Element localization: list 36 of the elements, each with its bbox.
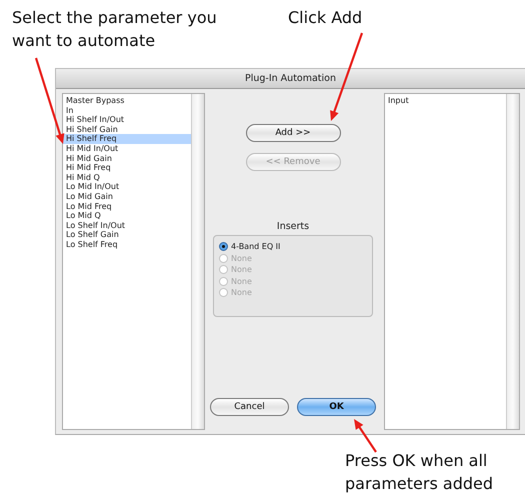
radio-label: 4-Band EQ II xyxy=(231,242,280,251)
ok-button[interactable]: OK xyxy=(297,398,376,416)
scrollbar[interactable] xyxy=(191,94,204,429)
parameter-item[interactable]: Lo Mid In/Out xyxy=(63,182,191,192)
annotation-text: Press OK when all parameters added xyxy=(345,450,494,495)
automated-list[interactable]: Input xyxy=(384,93,520,430)
radio-label: None xyxy=(231,276,252,286)
radio-label: None xyxy=(231,265,252,274)
parameter-list[interactable]: Master Bypass In Hi Shelf In/Out Hi Shelf Gain Hi Shelf Freq Hi Mid In/Out Hi Mid Gain Hi Mid Freq Hi Mid Q Lo Mid In/Out Lo Mid Gain Lo Mid Freq Lo Mid Q Lo Shelf In/Out Lo Shelf Gain Lo Shelf Freq xyxy=(62,93,205,430)
annotation-text: Click Add xyxy=(288,7,362,29)
add-button[interactable]: Add >> xyxy=(246,124,340,142)
parameter-item[interactable]: Hi Shelf Freq xyxy=(63,134,191,144)
parameter-item[interactable]: Lo Shelf In/Out xyxy=(63,220,191,230)
radio-label: None xyxy=(231,288,252,297)
inserts-label: Inserts xyxy=(276,221,310,232)
parameter-item[interactable]: Hi Shelf In/Out xyxy=(63,115,191,125)
parameter-item[interactable]: Hi Mid Q xyxy=(63,172,191,182)
parameter-item[interactable]: Lo Shelf Freq xyxy=(63,240,191,250)
radio-label: None xyxy=(231,254,252,262)
parameter-item[interactable]: Lo Mid Freq xyxy=(63,202,191,212)
scrollbar[interactable] xyxy=(506,94,519,429)
arrow xyxy=(354,419,377,453)
window-title: Plug-In Automation xyxy=(56,69,525,89)
parameter-item[interactable]: Hi Mid In/Out xyxy=(63,144,191,154)
radio-button[interactable] xyxy=(219,242,228,251)
parameter-item[interactable]: Lo Shelf Gain xyxy=(63,230,191,240)
automated-item[interactable]: Input xyxy=(385,96,506,106)
cancel-button[interactable]: Cancel xyxy=(210,398,289,416)
parameter-item[interactable]: In xyxy=(63,106,191,116)
parameter-item[interactable]: Hi Mid Freq xyxy=(63,163,191,173)
annotation-text: Select the parameter you want to automate xyxy=(12,7,218,52)
parameter-item[interactable]: Master Bypass xyxy=(63,96,191,106)
parameter-item[interactable]: Lo Mid Q xyxy=(63,211,191,221)
parameter-item[interactable]: Hi Shelf Gain xyxy=(63,124,191,134)
parameter-item[interactable]: Hi Mid Gain xyxy=(63,154,191,164)
parameter-item[interactable]: Lo Mid Gain xyxy=(63,192,191,202)
